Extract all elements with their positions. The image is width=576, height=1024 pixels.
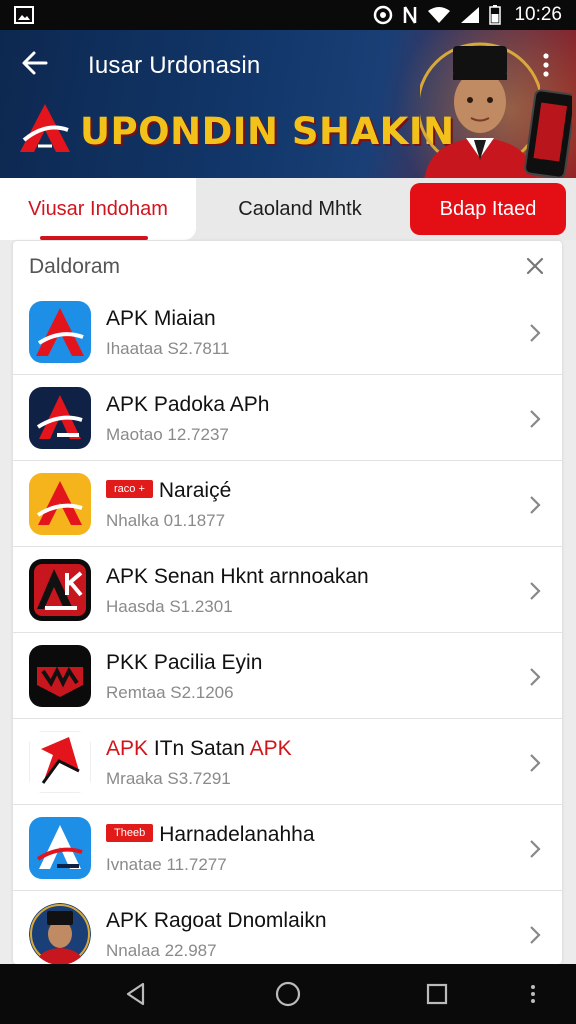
page-title: Iusar Urdonasin [88,52,261,79]
location-icon [374,5,393,25]
item-subtitle: Ihaataa S2.7811 [106,339,230,358]
list-item[interactable]: APK ITn Satan APK Mraaka S3.7291 [13,719,562,805]
tab-label: Viusar Indoham [28,197,168,220]
header-banner: Iusar Urdonasin UPONDIN SHAKIN [0,30,576,178]
list-item[interactable]: PKK Pacilia Eyin Remtaa S2.1206 [13,633,562,719]
nav-back-icon[interactable] [123,981,149,1007]
promo-badge: raco + [106,480,153,499]
wifi-icon [428,7,451,23]
chevron-right-icon [530,668,541,686]
list-item[interactable]: raco + Naraiçé Nhalka 01.1877 [13,461,562,547]
banner-headline: UPONDIN SHAKIN [80,110,455,153]
gallery-notification-icon [14,6,34,24]
app-list-panel: Daldoram APK Miaian Ihaataa S2.7811 APK … [13,241,562,964]
nav-recents-icon[interactable] [424,981,450,1007]
promo-badge: Theeb [106,824,154,843]
nav-home-icon[interactable] [275,981,301,1007]
person-portrait-icon [420,42,540,178]
close-icon[interactable] [525,256,545,276]
list-item[interactable]: APK Padoka APh Maotao 12.7237 [13,375,562,461]
panel-header: Daldoram [13,241,562,289]
active-tab-indicator [40,236,148,240]
app-logo-icon [29,645,91,707]
chevron-right-icon [530,840,541,858]
more-options-icon[interactable] [541,52,551,78]
app-logo-icon [29,817,91,879]
brand-logo-icon [20,104,70,152]
item-subtitle: Nnalaa 22.987 [106,941,217,960]
list-item[interactable]: APK Ragoat Dnomlaikn Nnalaa 22.987 [13,891,562,964]
item-name-suffix: APK [249,737,292,760]
tab-bdap-itaed-button[interactable]: Bdap Itaed [410,183,566,235]
item-name-row: raco + Naraiçé [106,479,231,503]
system-nav-bar [0,964,576,1024]
app-logo-icon [29,387,91,449]
app-logo-icon [29,301,91,363]
app-logo-icon [29,473,91,535]
item-name-row: Theeb Harnadelanahha [106,823,315,847]
item-name: Naraiçé [158,479,232,502]
tab-label: Bdap Itaed [439,197,537,220]
list-item[interactable]: Theeb Harnadelanahha Ivnatae 11.7277 [13,805,562,891]
item-subtitle: Ivnatae 11.7277 [106,855,227,874]
item-name: APK Padoka APh [106,393,270,416]
item-subtitle: Remtaa S2.1206 [106,683,234,702]
back-arrow-icon[interactable] [20,48,50,78]
chevron-right-icon [530,496,541,514]
list-item[interactable]: APK Miaian Ihaataa S2.7811 [13,289,562,375]
item-name-prefix: APK [106,737,149,760]
signal-icon [461,7,480,23]
item-subtitle: Maotao 12.7237 [106,425,229,444]
item-name: APK Miaian [106,307,216,330]
item-name: APK Senan Hknt arnnoakan [106,565,369,588]
panel-title: Daldoram [29,255,121,278]
item-subtitle: Mraaka S3.7291 [106,769,231,788]
chevron-right-icon [530,754,541,772]
item-name: APK Ragoat Dnomlaikn [106,909,327,932]
status-bar: 10:26 [0,0,576,30]
item-subtitle: Nhalka 01.1877 [106,511,226,530]
app-logo-icon [29,731,91,793]
item-name: Harnadelanahha [159,823,315,846]
avatar [29,903,91,964]
tab-label: Caoland Mhtk [238,197,362,220]
item-name-row: APK ITn Satan APK [106,737,292,761]
item-subtitle: Haasda S1.2301 [106,597,233,616]
battery-icon [489,5,502,25]
item-name: PKK Pacilia Eyin [106,651,263,674]
chevron-right-icon [530,410,541,428]
chevron-right-icon [530,324,541,342]
tab-viusar-indoham[interactable]: Viusar Indoham [0,178,196,240]
phone-graphic-icon [524,89,572,178]
nfc-icon [404,6,417,24]
app-logo-icon [29,559,91,621]
tab-caoland-mhtk[interactable]: Caoland Mhtk [200,178,400,240]
chevron-right-icon [530,926,541,944]
item-name: ITn Satan [148,737,250,760]
status-time: 10:26 [514,4,562,25]
nav-menu-icon[interactable] [528,981,538,1007]
list-item[interactable]: APK Senan Hknt arnnoakan Haasda S1.2301 [13,547,562,633]
chevron-right-icon [530,582,541,600]
tab-bar: Viusar Indoham Caoland Mhtk Bdap Itaed [0,178,576,240]
